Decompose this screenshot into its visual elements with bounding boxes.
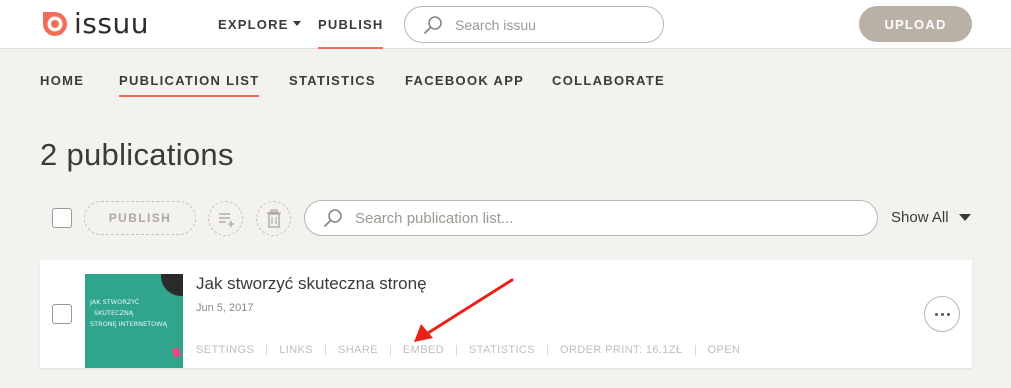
- page-title: 2 publications: [40, 137, 234, 172]
- search-icon: [424, 15, 442, 34]
- thumbnail-decoration: [161, 274, 183, 296]
- tab-statistics[interactable]: STATISTICS: [289, 73, 376, 97]
- trash-icon: [266, 208, 281, 228]
- action-settings[interactable]: SETTINGS: [196, 344, 254, 356]
- publication-date: Jun 5, 2017: [196, 302, 254, 314]
- tab-publication-list-label: PUBLICATION LIST: [119, 73, 260, 88]
- action-embed[interactable]: EMBED: [403, 344, 444, 356]
- add-to-stack-icon: [218, 212, 234, 227]
- more-options-button[interactable]: [924, 296, 960, 332]
- active-underline: [119, 95, 260, 97]
- publication-title[interactable]: Jak stworzyć skuteczna stronę: [196, 274, 427, 294]
- action-order-print[interactable]: ORDER PRINT: 16.1ZŁ: [560, 344, 683, 356]
- top-bar: issuu EXPLORE PUBLISH UPLOAD: [0, 0, 1011, 49]
- action-share[interactable]: SHARE: [338, 344, 378, 356]
- active-underline: [318, 47, 384, 49]
- nav-publish[interactable]: PUBLISH: [318, 0, 384, 49]
- issuu-search-input[interactable]: [455, 16, 655, 33]
- tab-statistics-label: STATISTICS: [289, 73, 376, 88]
- tab-facebook-app[interactable]: FACEBOOK APP: [405, 73, 524, 97]
- tab-facebook-app-label: FACEBOOK APP: [405, 73, 525, 88]
- more-icon: [934, 312, 938, 316]
- tab-publication-list[interactable]: PUBLICATION LIST: [119, 73, 260, 97]
- publish-button[interactable]: PUBLISH: [84, 201, 196, 235]
- publication-search-input[interactable]: [355, 209, 855, 227]
- search-icon: [324, 209, 342, 227]
- show-all-filter[interactable]: Show All: [891, 209, 971, 226]
- issuu-search[interactable]: [404, 6, 664, 43]
- thumbnail-pencil-graphic: [171, 347, 182, 358]
- show-all-label: Show All: [891, 209, 949, 226]
- divider: [325, 344, 327, 356]
- thumbnail-line-1: JAK STWORZYĆ: [90, 298, 140, 306]
- issuu-logo[interactable]: issuu: [40, 9, 149, 39]
- thumbnail-line-3: STRONĘ INTERNETOWĄ: [90, 320, 168, 328]
- chevron-down-icon: [292, 21, 301, 26]
- issuu-logo-icon: [43, 12, 67, 36]
- publication-checkbox[interactable]: [52, 304, 72, 324]
- tab-home[interactable]: HOME: [40, 73, 84, 97]
- divider: [266, 344, 268, 356]
- more-icon-dot: [946, 312, 950, 316]
- divider: [389, 344, 391, 356]
- tab-collaborate[interactable]: COLLABORATE: [552, 73, 665, 97]
- logo-wordmark: issuu: [74, 7, 149, 40]
- delete-button[interactable]: [256, 201, 291, 236]
- add-to-stack-button[interactable]: [208, 201, 243, 236]
- divider: [456, 344, 458, 356]
- publication-row: JAK STWORZYĆ SKUTECZNĄ STRONĘ INTERNETOW…: [40, 260, 972, 368]
- divider: [694, 344, 696, 356]
- tab-home-label: HOME: [40, 73, 85, 88]
- nav-publish-label: PUBLISH: [318, 17, 384, 32]
- thumbnail-line-2: SKUTECZNĄ: [94, 309, 134, 317]
- nav-explore[interactable]: EXPLORE: [218, 0, 301, 49]
- upload-button[interactable]: UPLOAD: [859, 6, 972, 42]
- publication-actions: SETTINGS LINKS SHARE EMBED STATISTICS OR…: [196, 344, 740, 356]
- tab-collaborate-label: COLLABORATE: [552, 73, 665, 88]
- caret-down-icon: [958, 214, 971, 221]
- publication-thumbnail[interactable]: JAK STWORZYĆ SKUTECZNĄ STRONĘ INTERNETOW…: [85, 274, 183, 368]
- divider: [546, 344, 548, 356]
- publication-search[interactable]: [304, 200, 878, 236]
- more-icon-dot: [940, 312, 944, 316]
- action-links[interactable]: LINKS: [279, 344, 313, 356]
- action-open[interactable]: OPEN: [708, 344, 741, 356]
- nav-explore-label: EXPLORE: [218, 17, 289, 32]
- action-statistics[interactable]: STATISTICS: [469, 344, 535, 356]
- select-all-checkbox[interactable]: [52, 208, 72, 228]
